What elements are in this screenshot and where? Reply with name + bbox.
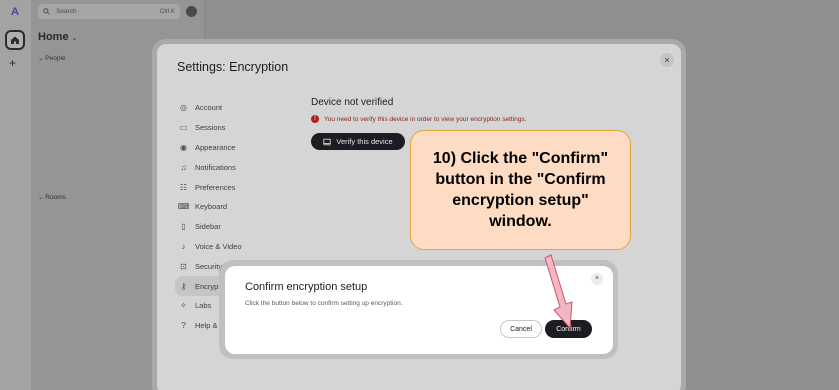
labs-icon: ✧ bbox=[180, 301, 187, 311]
cancel-button[interactable]: Cancel bbox=[500, 320, 542, 338]
nav-item-sessions[interactable]: ▭ Sessions bbox=[175, 118, 295, 138]
error-icon: ! bbox=[311, 115, 319, 123]
encryption-heading: Device not verified bbox=[311, 97, 394, 108]
nav-item-account[interactable]: ◎ Account bbox=[175, 98, 295, 118]
home-title[interactable]: Home ⌄ bbox=[38, 31, 78, 43]
keyboard-icon: ⌨ bbox=[177, 202, 190, 212]
confirm-dialog-close-button[interactable]: × bbox=[591, 273, 603, 285]
computer-icon bbox=[323, 138, 331, 145]
home-icon bbox=[11, 36, 19, 44]
microphone-icon: ♪ bbox=[181, 241, 186, 251]
add-space-button[interactable]: + bbox=[9, 56, 16, 70]
devices-icon: ▭ bbox=[179, 123, 188, 133]
sidebar-icon: ▯ bbox=[181, 222, 186, 232]
confirm-dialog-title: Confirm encryption setup bbox=[245, 281, 368, 293]
callout-text: 10) Click the "Confirm" button in the "C… bbox=[432, 150, 609, 230]
explore-icon[interactable] bbox=[186, 6, 197, 17]
nav-item-notifications[interactable]: ♫ Notifications bbox=[175, 157, 295, 177]
help-icon: ? bbox=[181, 321, 186, 331]
lock-icon: ⊡ bbox=[180, 261, 187, 271]
search-input[interactable]: Search Ctrl K bbox=[38, 4, 180, 19]
nav-item-keyboard[interactable]: ⌨ Keyboard bbox=[175, 197, 295, 217]
space-avatar[interactable]: A bbox=[7, 4, 23, 20]
nav-item-appearance[interactable]: ◉ Appearance bbox=[175, 138, 295, 158]
nav-item-voice-video[interactable]: ♪ Voice & Video bbox=[175, 237, 295, 257]
nav-item-sidebar[interactable]: ▯ Sidebar bbox=[175, 217, 295, 237]
user-circle-icon: ◎ bbox=[180, 103, 187, 113]
search-icon bbox=[43, 8, 50, 15]
home-button[interactable] bbox=[5, 30, 25, 50]
preferences-icon: ☷ bbox=[179, 182, 188, 192]
settings-close-button[interactable]: × bbox=[660, 53, 674, 67]
eye-icon: ◉ bbox=[180, 142, 187, 152]
key-icon: ⚷ bbox=[180, 281, 187, 291]
encryption-warning: ! You need to verify this device in orde… bbox=[311, 115, 526, 123]
confirm-dialog-description: Click the button below to confirm settin… bbox=[245, 300, 403, 307]
space-bar: A + bbox=[0, 0, 31, 390]
search-placeholder: Search bbox=[56, 8, 77, 15]
nav-item-preferences[interactable]: ☷ Preferences bbox=[175, 177, 295, 197]
verify-device-button[interactable]: Verify this device bbox=[311, 133, 405, 150]
section-people[interactable]: ⌄ People bbox=[38, 54, 66, 62]
instruction-callout: 10) Click the "Confirm" button in the "C… bbox=[410, 130, 631, 250]
bell-icon: ♫ bbox=[180, 162, 187, 172]
pointer-arrow-icon bbox=[544, 254, 573, 330]
search-shortcut: Ctrl K bbox=[160, 8, 175, 15]
section-rooms[interactable]: ⌄ Rooms bbox=[38, 193, 66, 201]
settings-title: Settings: Encryption bbox=[177, 60, 289, 74]
